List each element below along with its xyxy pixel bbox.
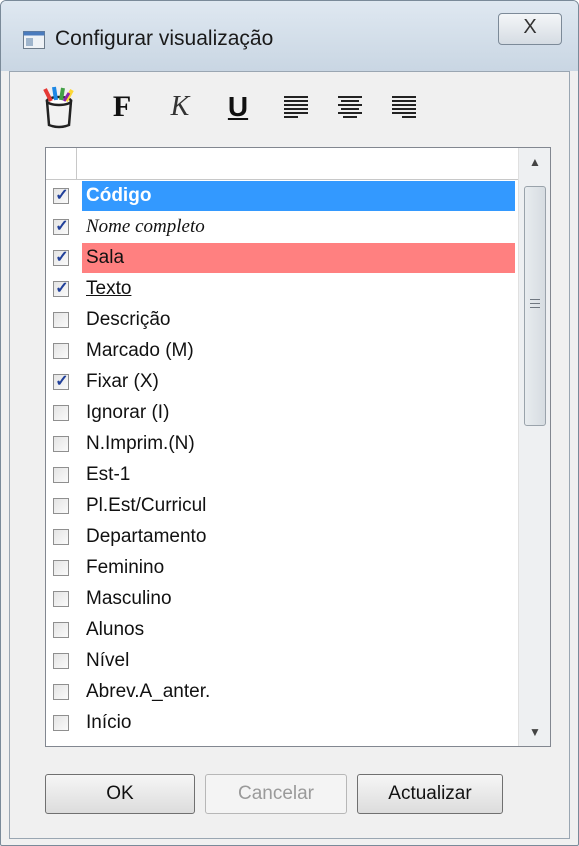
list-item-label: Nome completo (86, 216, 205, 237)
list-item-checkbox[interactable] (53, 312, 69, 328)
vertical-scrollbar[interactable]: ▲ ▼ (518, 148, 550, 746)
scroll-thumb[interactable] (524, 186, 546, 426)
list-item-label: Feminino (86, 557, 165, 578)
checkmark-icon: ✓ (55, 218, 69, 235)
close-button[interactable]: X (498, 13, 562, 45)
list-item[interactable]: Ignorar (I) (46, 398, 518, 429)
scroll-up-icon[interactable]: ▲ (519, 148, 550, 176)
italic-button[interactable]: K (163, 85, 197, 129)
list-item[interactable]: N.Imprim.(N) (46, 429, 518, 460)
list-item-checkbox[interactable] (53, 498, 69, 514)
title-bar[interactable]: Configurar visualização X (1, 1, 578, 71)
list-item-checkbox[interactable] (53, 715, 69, 731)
format-toolbar: F K U (35, 85, 495, 133)
scroll-down-icon[interactable]: ▼ (519, 718, 550, 746)
list-item-label: Masculino (86, 588, 172, 609)
list-item-label: N.Imprim.(N) (86, 433, 195, 454)
list-item-checkbox[interactable] (53, 622, 69, 638)
list-item-checkbox[interactable]: ✓ (53, 249, 69, 266)
list-item-checkbox[interactable]: ✓ (53, 218, 69, 235)
list-item[interactable]: Abrev.A_anter. (46, 677, 518, 708)
align-left-icon (284, 96, 308, 118)
list-item-label: Marcado (M) (86, 340, 194, 361)
checkmark-icon: ✓ (55, 373, 69, 390)
list-item[interactable]: Pl.Est/Curricul (46, 491, 518, 522)
list-item[interactable]: Início (46, 708, 518, 739)
underline-button[interactable]: U (221, 85, 255, 129)
align-center-icon (338, 96, 362, 118)
field-rows: ✓ Código ✓ Nome completo ✓ Sala ✓ Texto Descriçã… (46, 181, 518, 739)
color-button[interactable] (35, 85, 83, 129)
list-item-label: Nível (86, 650, 130, 671)
align-center-button[interactable] (333, 85, 367, 129)
list-item-label: Pl.Est/Curricul (86, 495, 207, 516)
list-item[interactable]: ✓ Sala (46, 243, 518, 274)
cancel-button[interactable]: Cancelar (205, 774, 347, 814)
list-item[interactable]: Masculino (46, 584, 518, 615)
list-item-checkbox[interactable] (53, 684, 69, 700)
checkmark-icon: ✓ (55, 249, 69, 266)
checkmark-icon: ✓ (55, 280, 69, 297)
list-item-checkbox[interactable] (53, 560, 69, 576)
list-item-label: Código (82, 181, 515, 211)
list-item[interactable]: Departamento (46, 522, 518, 553)
list-item-label: Departamento (86, 526, 207, 547)
list-item-label: Est-1 (86, 464, 131, 485)
list-item-checkbox[interactable]: ✓ (53, 280, 69, 297)
align-right-icon (392, 96, 416, 118)
checkmark-icon: ✓ (55, 187, 69, 204)
list-item-label: Início (86, 712, 132, 733)
dialog-window: Configurar visualização X F K U ✓ Código… (0, 0, 579, 846)
list-item-checkbox[interactable] (53, 591, 69, 607)
field-list[interactable]: ✓ Código ✓ Nome completo ✓ Sala ✓ Texto Descriçã… (45, 147, 551, 747)
list-item-label: Sala (82, 243, 515, 273)
list-item-label: Abrev.A_anter. (86, 681, 211, 702)
list-item[interactable]: ✓ Código (46, 181, 518, 212)
grip-icon (530, 299, 540, 311)
list-item[interactable]: Marcado (M) (46, 336, 518, 367)
list-item-checkbox[interactable]: ✓ (53, 187, 69, 204)
update-button[interactable]: Actualizar (357, 774, 503, 814)
close-icon: X (523, 16, 537, 38)
align-left-button[interactable] (279, 85, 313, 129)
list-item-label: Descrição (86, 309, 171, 330)
list-item[interactable]: Est-1 (46, 460, 518, 491)
list-item-checkbox[interactable] (53, 653, 69, 669)
list-item-label: Ignorar (I) (86, 402, 170, 423)
list-item[interactable]: ✓ Texto (46, 274, 518, 305)
list-item-checkbox[interactable] (53, 343, 69, 359)
window-title: Configurar visualização (55, 27, 274, 50)
bold-button[interactable]: F (105, 85, 139, 129)
paint-bucket-icon (43, 86, 74, 129)
list-header (46, 148, 518, 180)
header-divider (76, 148, 77, 179)
list-item-checkbox[interactable] (53, 529, 69, 545)
list-item-label: Fixar (X) (86, 371, 159, 392)
list-item[interactable]: ✓ Nome completo (46, 212, 518, 243)
list-item-checkbox[interactable] (53, 436, 69, 452)
list-item-checkbox[interactable]: ✓ (53, 373, 69, 390)
list-item-checkbox[interactable] (53, 405, 69, 421)
list-item[interactable]: Nível (46, 646, 518, 677)
list-item-label: Texto (86, 278, 132, 299)
list-item[interactable]: Descrição (46, 305, 518, 336)
list-item[interactable]: ✓ Fixar (X) (46, 367, 518, 398)
ok-button[interactable]: OK (45, 774, 195, 814)
list-item[interactable]: Alunos (46, 615, 518, 646)
list-item[interactable]: Feminino (46, 553, 518, 584)
align-right-button[interactable] (387, 85, 421, 129)
list-item-checkbox[interactable] (53, 467, 69, 483)
window-icon (23, 31, 45, 49)
list-item-label: Alunos (86, 619, 145, 640)
